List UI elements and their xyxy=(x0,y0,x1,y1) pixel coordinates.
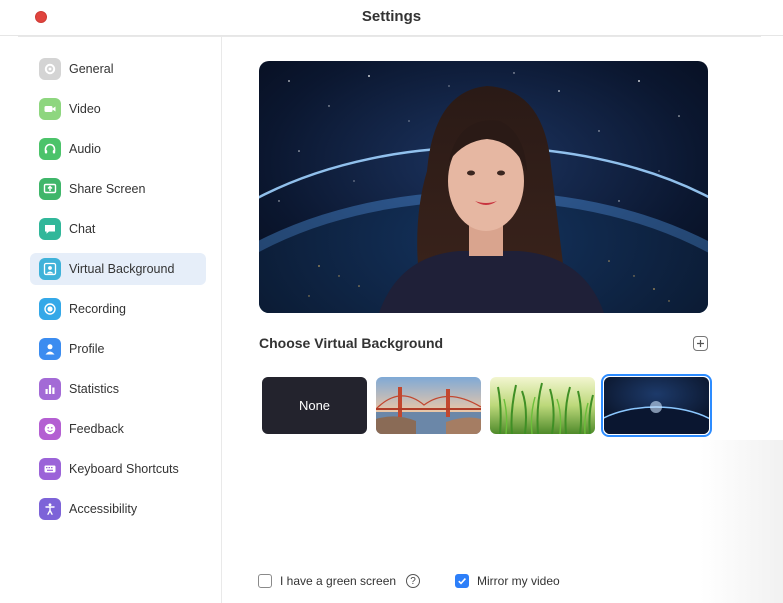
green-screen-checkbox[interactable] xyxy=(258,574,272,588)
headphones-icon xyxy=(39,138,61,160)
plus-square-icon xyxy=(697,340,704,347)
sidebar-item-profile[interactable]: Profile xyxy=(30,333,206,365)
sidebar-item-label: Share Screen xyxy=(69,182,146,196)
help-icon[interactable]: ? xyxy=(406,574,421,588)
background-grass[interactable] xyxy=(490,377,595,434)
background-none-label: None xyxy=(298,398,331,413)
window-shadow xyxy=(700,440,783,603)
background-golden-gate[interactable] xyxy=(376,377,481,434)
chat-bubble-icon xyxy=(39,218,61,240)
golden-gate-image xyxy=(376,377,481,434)
share-screen-icon xyxy=(39,178,61,200)
bar-chart-icon xyxy=(39,378,61,400)
sidebar-item-feedback[interactable]: Feedback xyxy=(30,413,206,445)
sidebar-item-label: Virtual Background xyxy=(69,262,175,276)
sidebar-item-audio[interactable]: Audio xyxy=(30,133,206,165)
sidebar-item-recording[interactable]: Recording xyxy=(30,293,206,325)
sidebar-item-chat[interactable]: Chat xyxy=(30,213,206,245)
mirror-video-checkbox[interactable] xyxy=(455,574,469,588)
selected-background-indicator xyxy=(601,374,712,437)
accessibility-icon xyxy=(39,498,61,520)
green-screen-label: I have a green screen xyxy=(280,574,397,588)
sidebar-item-keyboard-shortcuts[interactable]: Keyboard Shortcuts xyxy=(30,453,206,485)
sidebar-item-label: Audio xyxy=(69,142,101,156)
sidebar-item-virtual-background[interactable]: Virtual Background xyxy=(30,253,206,285)
person-frame-icon xyxy=(39,258,61,280)
sidebar-item-label: Recording xyxy=(69,302,126,316)
settings-sidebar: General Video Audio Share Screen Chat Vi… xyxy=(18,37,222,603)
video-preview-image xyxy=(259,61,708,313)
sidebar-item-share-screen[interactable]: Share Screen xyxy=(30,173,206,205)
video-preview xyxy=(259,61,708,313)
keyboard-icon xyxy=(39,458,61,480)
section-title: Choose Virtual Background xyxy=(259,335,444,351)
sidebar-item-label: General xyxy=(69,62,114,76)
grass-image xyxy=(490,377,595,434)
checkmark-icon xyxy=(458,578,466,585)
record-icon xyxy=(39,298,61,320)
sidebar-item-label: Feedback xyxy=(69,422,124,436)
sidebar-item-general[interactable]: General xyxy=(30,53,206,85)
sidebar-item-label: Profile xyxy=(69,342,105,356)
sidebar-item-accessibility[interactable]: Accessibility xyxy=(30,493,206,525)
sidebar-item-label: Accessibility xyxy=(69,502,138,516)
mirror-video-option: Mirror my video xyxy=(455,573,560,589)
window-title: Settings xyxy=(361,8,422,25)
sidebar-item-label: Keyboard Shortcuts xyxy=(69,462,179,476)
sidebar-item-statistics[interactable]: Statistics xyxy=(30,373,206,405)
green-screen-option: I have a green screen ? xyxy=(258,573,421,589)
smiley-icon xyxy=(39,418,61,440)
profile-icon xyxy=(39,338,61,360)
gear-icon xyxy=(39,58,61,80)
add-background-button[interactable] xyxy=(693,336,708,351)
sidebar-item-label: Video xyxy=(69,102,101,116)
mirror-video-label: Mirror my video xyxy=(477,574,560,588)
sidebar-item-label: Chat xyxy=(69,222,96,236)
sidebar-item-video[interactable]: Video xyxy=(30,93,206,125)
video-camera-icon xyxy=(39,98,61,120)
background-none[interactable]: None xyxy=(262,377,367,434)
sidebar-item-label: Statistics xyxy=(69,382,120,396)
title-bar: Settings xyxy=(0,0,783,36)
